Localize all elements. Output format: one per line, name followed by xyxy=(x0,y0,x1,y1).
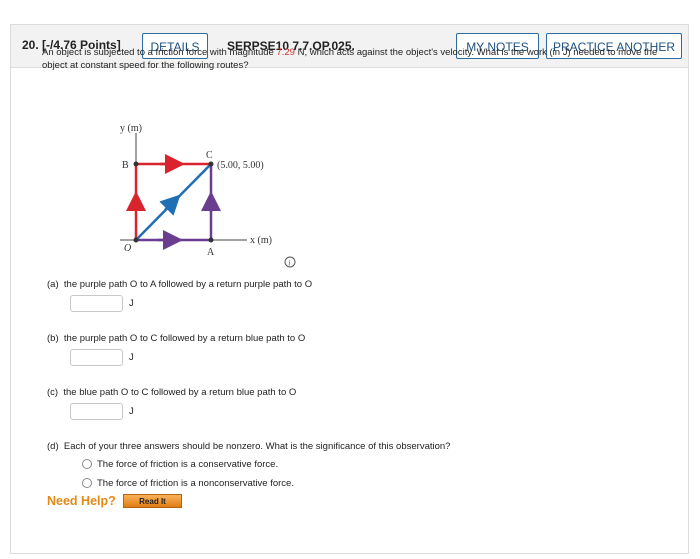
part-c-input[interactable] xyxy=(70,403,123,420)
part-a-input[interactable] xyxy=(70,295,123,312)
part-c-unit: J xyxy=(129,406,134,417)
part-d-text: (d) Each of your three answers should be… xyxy=(47,441,451,452)
option-nonconservative[interactable]: The force of friction is a nonconservati… xyxy=(82,478,294,489)
part-b-text: (b) the purple path O to C followed by a… xyxy=(47,333,306,344)
option-conservative[interactable]: The force of friction is a conservative … xyxy=(82,459,278,470)
problem-statement: An object is subjected to a friction for… xyxy=(42,47,658,71)
part-b-unit: J xyxy=(129,352,134,363)
radio-conservative[interactable] xyxy=(82,459,92,470)
part-c-text: (c) the blue path O to C followed by a r… xyxy=(47,387,297,398)
part-a-unit: J xyxy=(129,298,134,309)
friction-magnitude: 7.29 xyxy=(276,47,295,58)
radio-nonconservative[interactable] xyxy=(82,478,92,489)
part-b-input[interactable] xyxy=(70,349,123,366)
read-it-button[interactable]: Read It xyxy=(123,494,182,508)
need-help-label: Need Help? xyxy=(47,494,116,508)
part-a-text: (a) the purple path O to A followed by a… xyxy=(47,279,313,290)
